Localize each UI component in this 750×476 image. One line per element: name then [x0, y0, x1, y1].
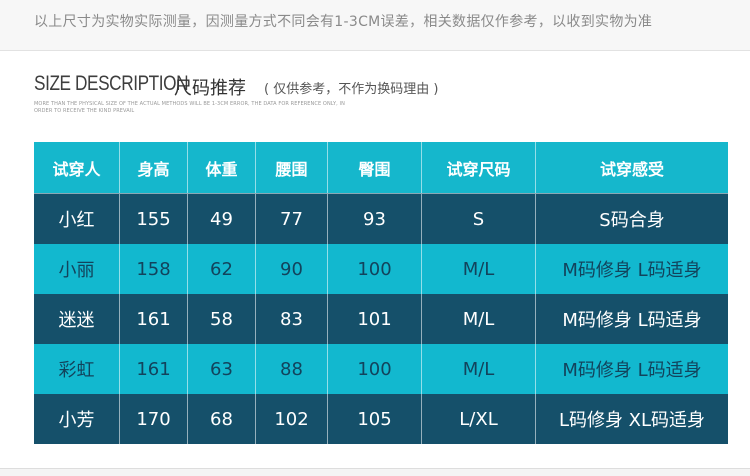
table-cell: 161 [120, 344, 188, 394]
table-cell: 迷迷 [34, 294, 120, 344]
table-cell: 彩虹 [34, 344, 120, 394]
table-cell: S码合身 [536, 193, 728, 244]
table-cell: 102 [256, 394, 328, 444]
table-cell: L码修身 XL码适身 [536, 394, 728, 444]
table-cell: 小芳 [34, 394, 120, 444]
table-cell: 158 [120, 244, 188, 294]
header-cell: 臀围 [328, 142, 422, 193]
table-cell: 83 [256, 294, 328, 344]
table-cell: 170 [120, 394, 188, 444]
table-cell: 88 [256, 344, 328, 394]
table-row: 彩虹 161 63 88 100 M/L M码修身 L码适身 [34, 344, 728, 394]
table-cell: M/L [422, 244, 536, 294]
table-cell: 68 [188, 394, 256, 444]
header-cell: 体重 [188, 142, 256, 193]
table-cell: 小红 [34, 193, 120, 244]
table-cell: 58 [188, 294, 256, 344]
measurement-note-bar: 以上尺寸为实物实际测量，因测量方式不同会有1-3CM误差，相关数据仅作参考，以收… [0, 0, 750, 51]
table-cell: 小丽 [34, 244, 120, 294]
table-cell: 90 [256, 244, 328, 294]
size-table: 试穿人 身高 体重 腰围 臀围 试穿尺码 试穿感受 小红 155 49 77 9… [34, 142, 728, 444]
header-cell: 试穿感受 [536, 142, 728, 193]
header-cell: 腰围 [256, 142, 328, 193]
table-cell: S [422, 193, 536, 244]
table-header-row: 试穿人 身高 体重 腰围 臀围 试穿尺码 试穿感受 [34, 142, 728, 193]
table-cell: 155 [120, 193, 188, 244]
table-cell: 93 [328, 193, 422, 244]
table-cell: 105 [328, 394, 422, 444]
table-cell: 101 [328, 294, 422, 344]
table-cell: 49 [188, 193, 256, 244]
table-cell: M码修身 L码适身 [536, 344, 728, 394]
table-row: 小丽 158 62 90 100 M/L M码修身 L码适身 [34, 244, 728, 294]
table-cell: M码修身 L码适身 [536, 294, 728, 344]
table-cell: L/XL [422, 394, 536, 444]
heading-subtitle: ( 仅供参考，不作为换码理由 ) [264, 82, 439, 97]
section-heading: Size description 尺码推荐 ( 仅供参考，不作为换码理由 ) [34, 72, 438, 99]
header-cell: 试穿人 [34, 142, 120, 193]
table-cell: 161 [120, 294, 188, 344]
header-cell: 试穿尺码 [422, 142, 536, 193]
table-cell: 100 [328, 244, 422, 294]
table-row: 小红 155 49 77 93 S S码合身 [34, 193, 728, 244]
table-cell: 77 [256, 193, 328, 244]
table-row: 迷迷 161 58 83 101 M/L M码修身 L码适身 [34, 294, 728, 344]
measurement-note: 以上尺寸为实物实际测量，因测量方式不同会有1-3CM误差，相关数据仅作参考，以收… [34, 14, 653, 30]
table-cell: 63 [188, 344, 256, 394]
table-cell: M/L [422, 344, 536, 394]
heading-english: Size description [34, 72, 189, 95]
table-cell: 62 [188, 244, 256, 294]
table-cell: 100 [328, 344, 422, 394]
heading-chinese: 尺码推荐 [174, 78, 246, 99]
table-row: 小芳 170 68 102 105 L/XL L码修身 XL码适身 [34, 394, 728, 444]
table-cell: M/L [422, 294, 536, 344]
disclaimer-text: More than the physical size of the actua… [34, 101, 345, 114]
header-cell: 身高 [120, 142, 188, 193]
table-cell: M码修身 L码适身 [536, 244, 728, 294]
